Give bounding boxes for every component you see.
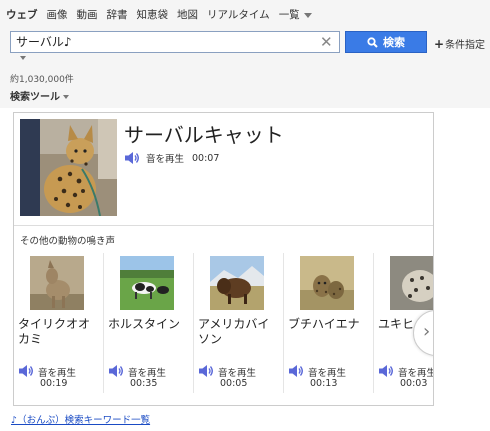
search-input[interactable]: サーバル♪ (10, 31, 340, 53)
snow-leopard-photo[interactable] (390, 256, 434, 310)
tab-realtime[interactable]: リアルタイム (207, 7, 270, 22)
chevron-right-icon: › (423, 321, 431, 342)
column-separator (193, 253, 194, 393)
search-button[interactable]: 検索 (345, 31, 427, 53)
column-separator (103, 253, 104, 393)
tab-more[interactable]: 一覧 (279, 7, 312, 22)
main-play-button[interactable]: 音を再生 00:07 (124, 151, 219, 165)
animal-name[interactable]: ブチハイエナ (288, 317, 366, 332)
speaker-icon (289, 365, 303, 377)
speaker-icon (379, 365, 393, 377)
wolf-photo[interactable] (30, 256, 84, 310)
duration: 00:13 (310, 378, 338, 389)
holstein-photo[interactable] (120, 256, 174, 310)
tab-videos[interactable]: 動画 (77, 7, 98, 22)
speaker-icon (19, 365, 33, 377)
play-label: 音を再生 (128, 368, 167, 379)
search-header: ウェブ 画像 動画 辞書 知恵袋 地図 リアルタイム 一覧 サーバル♪ ✕ 検索… (0, 0, 490, 108)
onpu-keyword-list-link[interactable]: ♪（おんぷ）検索キーワード一覧 (11, 412, 150, 426)
duration: 00:19 (40, 378, 68, 389)
tab-images[interactable]: 画像 (47, 7, 68, 22)
chevron-down-icon (303, 12, 312, 18)
play-label: 音を再生 (218, 368, 257, 379)
duration: 00:35 (130, 378, 158, 389)
play-label: 音を再生 (398, 368, 434, 379)
card-divider (14, 225, 433, 226)
chevron-down-icon (63, 95, 69, 99)
vertical-tabs: ウェブ 画像 動画 辞書 知恵袋 地図 リアルタイム 一覧 (6, 7, 321, 22)
search-icon (367, 36, 378, 48)
hyena-photo[interactable] (300, 256, 354, 310)
speaker-icon (199, 365, 213, 377)
tab-chiebukuro[interactable]: 知恵袋 (137, 7, 169, 22)
speaker-icon (109, 365, 123, 377)
suggest-toggle-icon[interactable] (20, 56, 26, 60)
main-play-label: 音を再生 (146, 154, 185, 165)
result-count: 約1,030,000件 (10, 75, 74, 85)
others-heading: その他の動物の鳴き声 (20, 236, 116, 247)
duration: 00:03 (400, 378, 428, 389)
speaker-icon (125, 152, 139, 164)
tab-dictionary[interactable]: 辞書 (107, 7, 128, 22)
conditions-label: 条件指定 (445, 40, 486, 51)
bison-photo[interactable] (210, 256, 264, 310)
main-duration: 00:07 (192, 152, 220, 164)
serval-photo[interactable] (20, 119, 117, 216)
plus-icon: + (434, 37, 445, 51)
search-button-label: 検索 (383, 36, 405, 49)
main-animal-title[interactable]: サーバルキャット (124, 119, 284, 148)
animal-sounds-card: サーバルキャット 音を再生 00:07 その他の動物の鳴き声 タイリクオオカミ (13, 112, 434, 406)
close-icon[interactable]: ✕ (320, 33, 333, 51)
tab-more-label: 一覧 (278, 9, 300, 21)
play-label: 音を再生 (308, 368, 347, 379)
tab-maps[interactable]: 地図 (177, 7, 198, 22)
column-separator (283, 253, 284, 393)
tab-web[interactable]: ウェブ (6, 7, 38, 22)
play-label: 音を再生 (38, 368, 77, 379)
animal-name[interactable]: アメリカバイソン (198, 317, 276, 347)
animal-name[interactable]: タイリクオオカミ (18, 317, 96, 347)
duration: 00:05 (220, 378, 248, 389)
column-separator (373, 253, 374, 393)
advanced-search-link[interactable]: +条件指定 (434, 36, 485, 51)
animal-name[interactable]: ホルスタイン (108, 317, 186, 332)
search-tools-toggle[interactable]: 検索ツール (10, 88, 69, 103)
search-tools-label: 検索ツール (10, 92, 60, 103)
